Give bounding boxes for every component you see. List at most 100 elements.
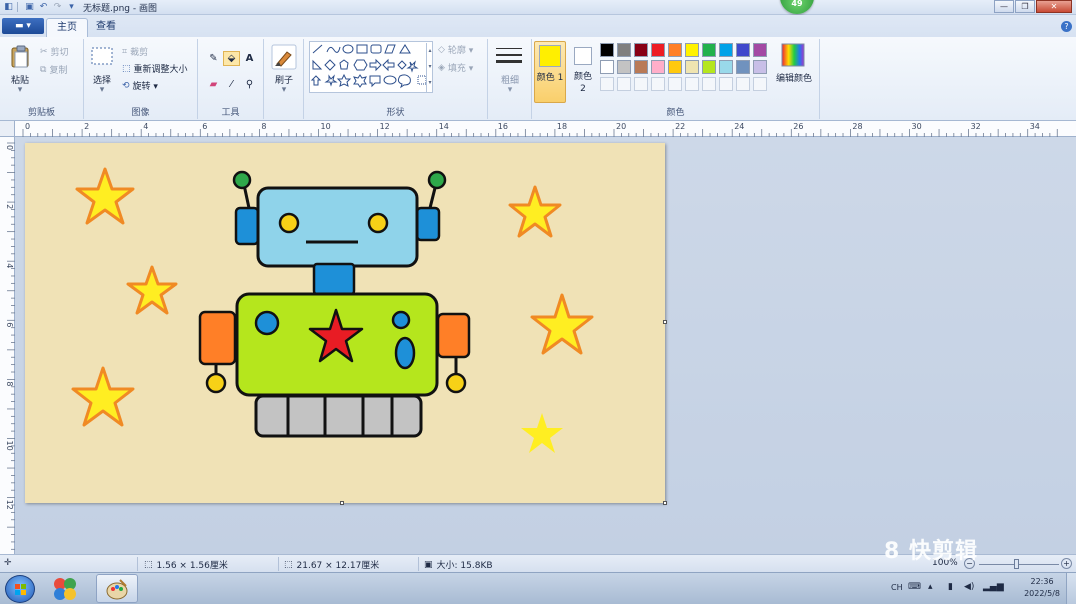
size-dropdown-icon[interactable]: ▾ xyxy=(492,85,528,95)
paint-app-icon[interactable]: ◧ xyxy=(3,2,14,13)
cut-button[interactable]: ✂ 剪切 xyxy=(40,45,69,59)
undo-icon[interactable]: ↶ xyxy=(38,2,49,13)
tab-view[interactable]: 查看 xyxy=(86,18,126,37)
group-label-tools: 工具 xyxy=(221,108,240,118)
star-icon xyxy=(508,185,562,238)
group-size: 粗细 ▾ xyxy=(488,39,532,119)
network-icon[interactable]: ▂▄▆ xyxy=(983,582,1004,592)
brushes-dropdown-icon[interactable]: ▾ xyxy=(268,85,300,95)
palette-swatch[interactable] xyxy=(753,77,767,91)
shapes-scroll[interactable]: ▴ ▾ ▾ xyxy=(426,43,433,93)
notification-badge[interactable]: 49 xyxy=(780,0,814,14)
fill-bucket-icon[interactable]: ⬙ xyxy=(223,51,240,66)
taskbar-app-colorful[interactable] xyxy=(44,574,86,603)
pencil-icon[interactable]: ✎ xyxy=(205,51,222,66)
paste-dropdown-icon[interactable]: ▾ xyxy=(6,85,34,95)
palette-swatch[interactable] xyxy=(617,60,631,74)
canvas-work-area[interactable] xyxy=(15,137,1076,554)
palette-swatch[interactable] xyxy=(736,60,750,74)
zoom-in-button[interactable]: + xyxy=(1061,558,1072,569)
volume-icon[interactable]: ◀) xyxy=(964,582,974,592)
color-picker-icon[interactable]: ⁄ xyxy=(223,77,240,92)
rotate-button[interactable]: ⟲ 旋转 ▾ xyxy=(122,79,158,93)
edit-colors-button[interactable]: 编辑颜色 xyxy=(774,71,814,84)
copy-button[interactable]: ⧉ 复制 xyxy=(40,63,67,77)
zoom-slider[interactable] xyxy=(979,564,1059,565)
paint-palette-icon xyxy=(106,578,128,599)
palette-swatch[interactable] xyxy=(736,43,750,57)
palette-swatch[interactable] xyxy=(685,43,699,57)
color1-swatch xyxy=(539,45,561,67)
palette-swatch[interactable] xyxy=(719,43,733,57)
palette-swatch[interactable] xyxy=(634,60,648,74)
palette-swatch[interactable] xyxy=(719,60,733,74)
palette-swatch[interactable] xyxy=(753,43,767,57)
zoom-slider-thumb[interactable] xyxy=(1014,559,1019,569)
palette-swatch[interactable] xyxy=(668,77,682,91)
resize-handle-corner[interactable] xyxy=(663,501,667,505)
palette-swatch[interactable] xyxy=(736,77,750,91)
color1-button[interactable]: 颜色 1 xyxy=(534,41,566,103)
palette-swatch[interactable] xyxy=(685,77,699,91)
line-size-icon[interactable] xyxy=(494,45,524,69)
resize-handle-bottom[interactable] xyxy=(340,501,344,505)
ruler-label: 22 xyxy=(675,122,685,131)
restore-button[interactable]: ❐ xyxy=(1015,0,1035,13)
close-button[interactable]: ✕ xyxy=(1036,0,1072,13)
palette-swatch[interactable] xyxy=(685,60,699,74)
palette-swatch[interactable] xyxy=(617,77,631,91)
select-icon[interactable] xyxy=(90,45,114,67)
palette-swatch[interactable] xyxy=(702,43,716,57)
resize-button[interactable]: ⬚ 重新调整大小 xyxy=(122,62,188,76)
save-icon[interactable]: ▣ xyxy=(24,2,35,13)
battery-icon[interactable]: ▮ xyxy=(948,582,953,592)
palette-swatch[interactable] xyxy=(719,77,733,91)
palette-swatch[interactable] xyxy=(651,77,665,91)
drawing-canvas[interactable] xyxy=(25,143,665,503)
ribbon: 粘贴 ▾ ✂ 剪切 ⧉ 复制 剪贴板 选择 ▾ ⌗ 裁剪 ⬚ 重新调整大小 ⟲ 旋转 ▾ … xyxy=(0,37,1076,121)
magnifier-icon[interactable]: ⚲ xyxy=(241,77,258,92)
redo-icon[interactable]: ↷ xyxy=(52,2,63,13)
show-desktop-button[interactable] xyxy=(1066,573,1076,604)
eraser-icon[interactable]: ▰ xyxy=(205,77,222,92)
crop-button[interactable]: ⌗ 裁剪 xyxy=(122,45,148,59)
select-dropdown-icon[interactable]: ▾ xyxy=(88,85,116,95)
minimize-button[interactable]: — xyxy=(994,0,1014,13)
text-tool-icon[interactable]: A xyxy=(241,51,258,66)
system-clock[interactable]: 22:36 2022/5/8 xyxy=(1024,576,1060,600)
outline-button[interactable]: ◇ 轮廓 ▾ xyxy=(438,43,473,57)
ruler-label: 6 xyxy=(5,322,14,327)
palette-swatch[interactable] xyxy=(651,60,665,74)
outline-icon: ◇ xyxy=(438,44,445,55)
palette-swatch[interactable] xyxy=(600,77,614,91)
start-button[interactable] xyxy=(5,575,35,603)
tray-expand-icon[interactable]: ▴ xyxy=(928,582,933,592)
rotate-label: 旋转 ▾ xyxy=(132,82,158,92)
palette-swatch[interactable] xyxy=(702,77,716,91)
ruler-label: 26 xyxy=(793,122,803,131)
palette-swatch[interactable] xyxy=(651,43,665,57)
resize-handle-right[interactable] xyxy=(663,320,667,324)
palette-swatch[interactable] xyxy=(634,43,648,57)
palette-swatch[interactable] xyxy=(668,43,682,57)
palette-swatch[interactable] xyxy=(702,60,716,74)
palette-swatch[interactable] xyxy=(753,60,767,74)
tab-home[interactable]: 主页 xyxy=(46,18,88,37)
taskbar-app-paint[interactable] xyxy=(96,574,138,603)
help-icon[interactable]: ? xyxy=(1061,21,1072,32)
fill-button[interactable]: ◈ 填充 ▾ xyxy=(438,61,473,75)
edit-colors-icon[interactable] xyxy=(781,43,805,67)
brush-icon[interactable] xyxy=(271,44,297,70)
palette-swatch[interactable] xyxy=(600,60,614,74)
keyboard-icon[interactable]: ⌨ xyxy=(908,582,921,592)
language-indicator[interactable]: CH xyxy=(891,583,903,592)
palette-swatch[interactable] xyxy=(668,60,682,74)
palette-swatch[interactable] xyxy=(600,43,614,57)
palette-swatch[interactable] xyxy=(617,43,631,57)
customize-quick-access-icon[interactable]: ▾ xyxy=(66,2,77,13)
paste-icon[interactable] xyxy=(10,45,32,69)
shapes-gallery[interactable] xyxy=(309,41,433,93)
paint-menu-button[interactable]: ▬ ▾ xyxy=(2,18,44,34)
color2-button[interactable]: 颜色 2 xyxy=(570,41,598,103)
palette-swatch[interactable] xyxy=(634,77,648,91)
